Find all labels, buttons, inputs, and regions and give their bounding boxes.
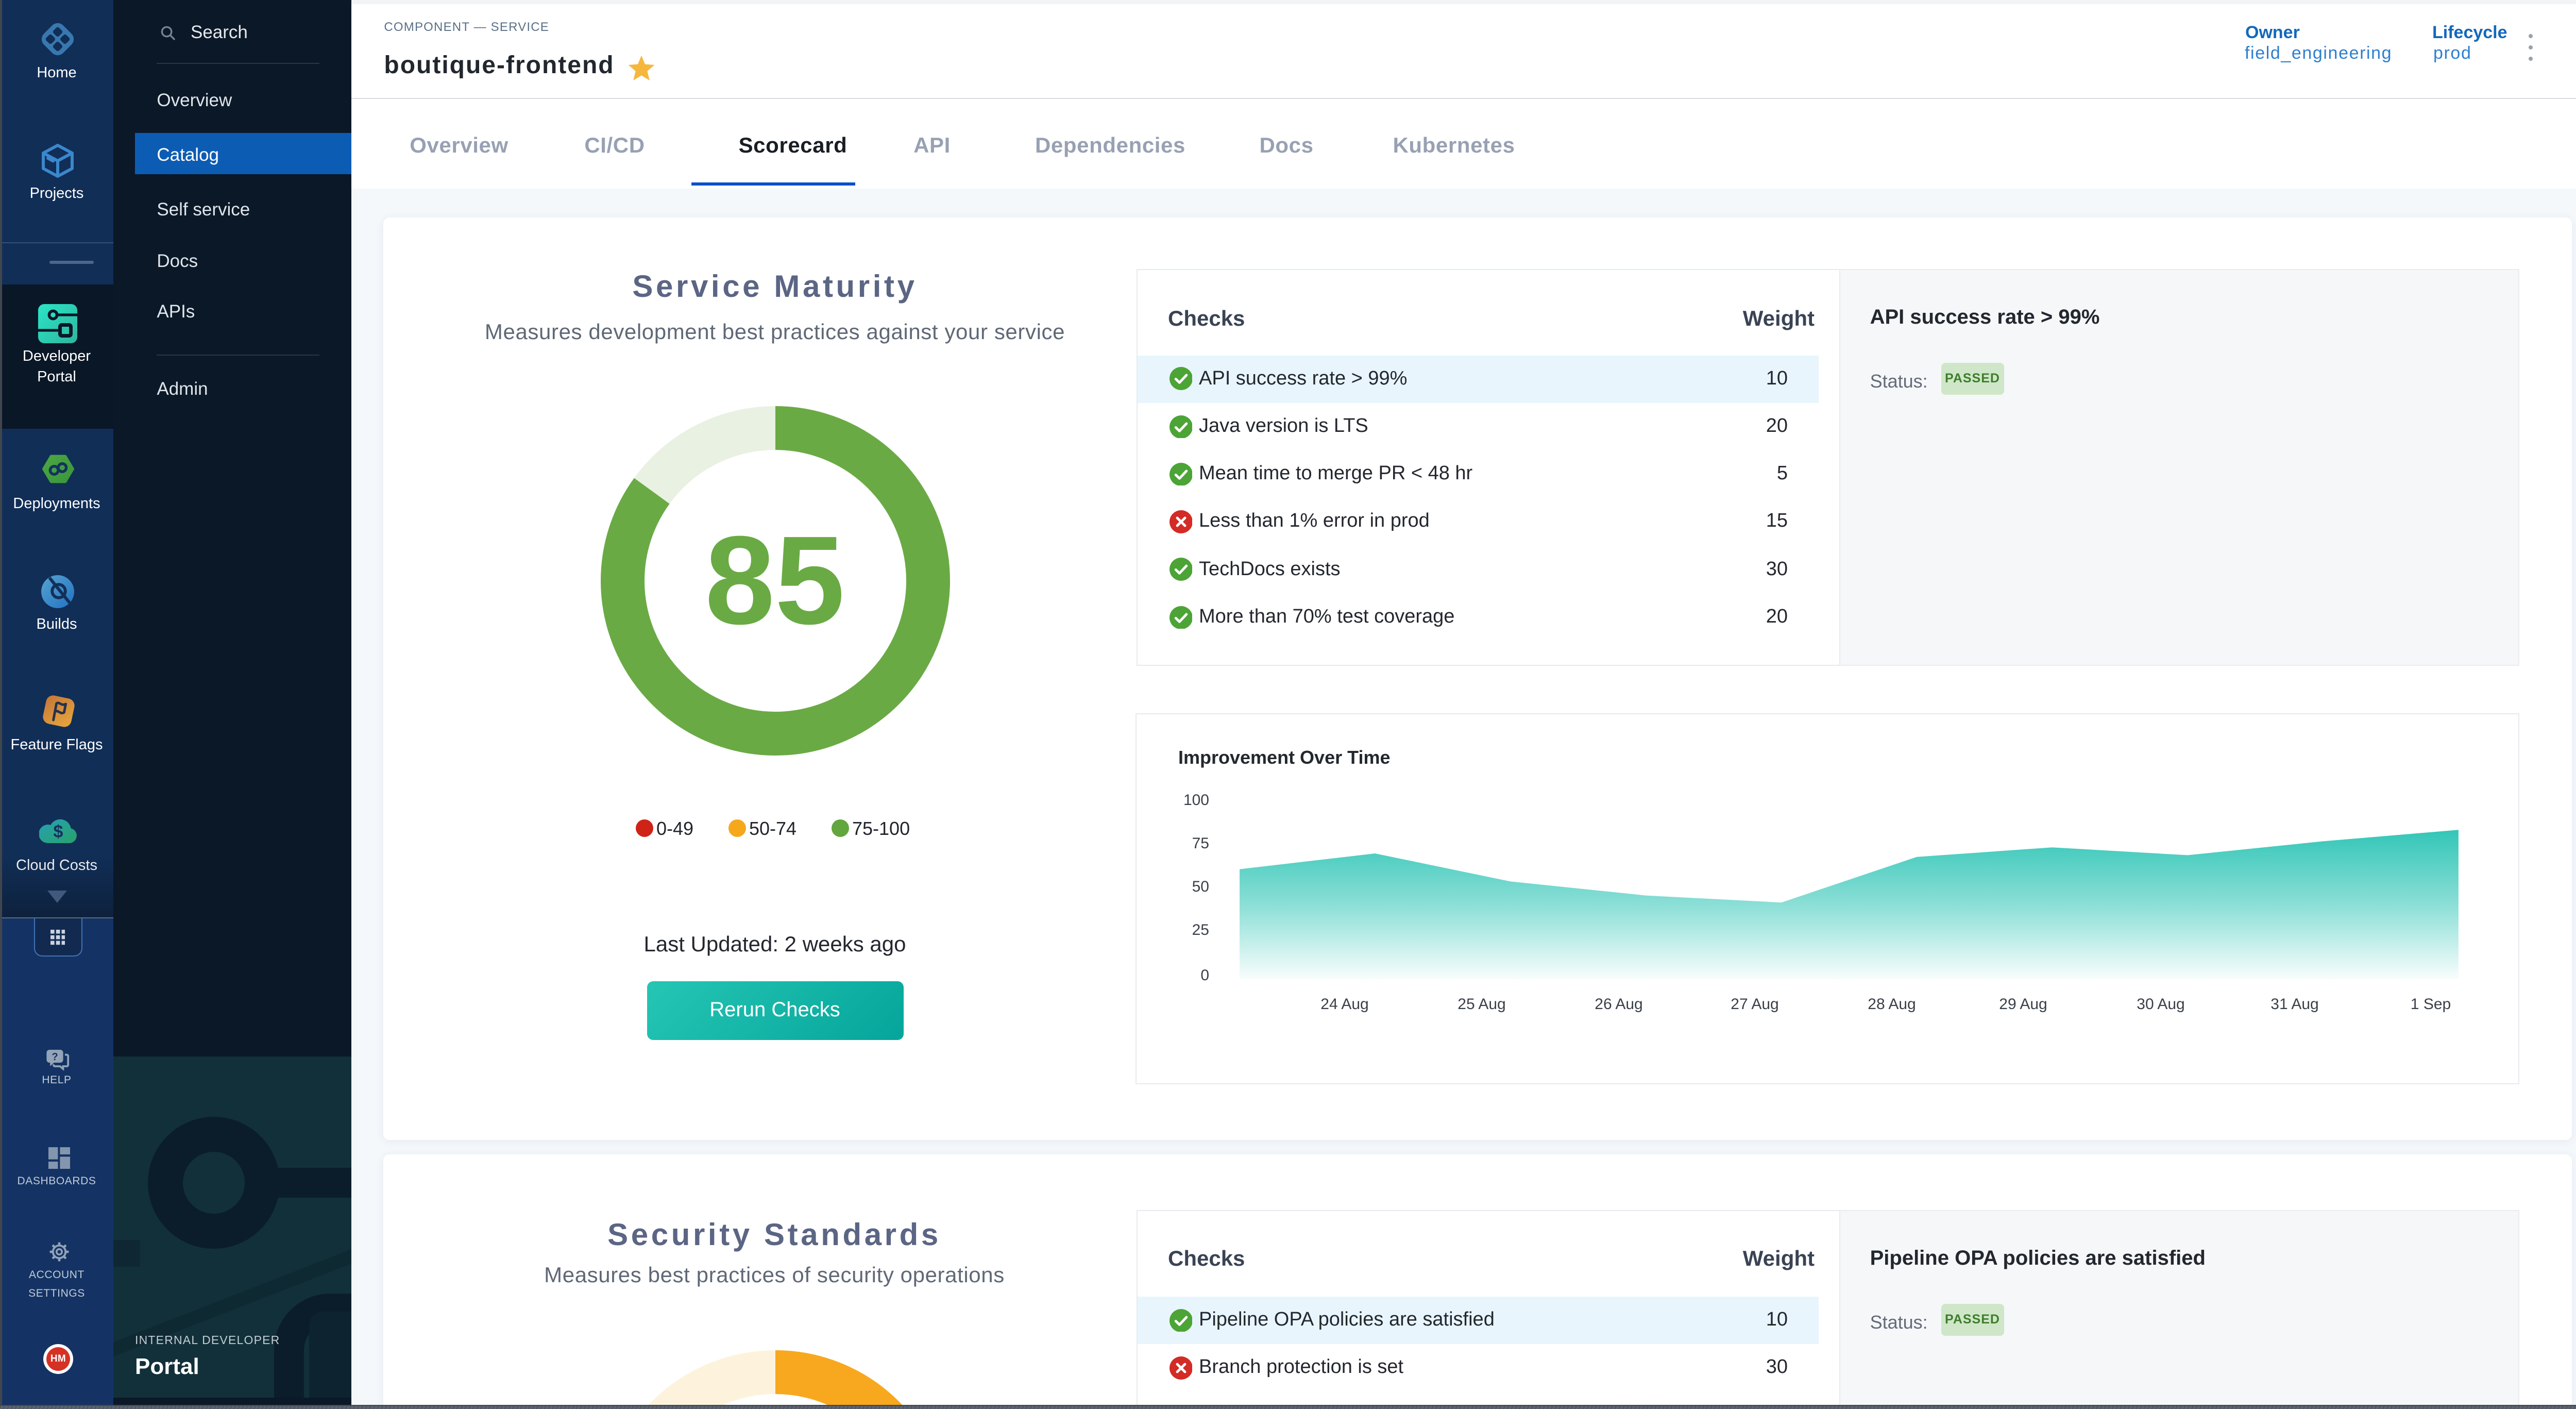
svg-text:$: $ <box>54 822 63 842</box>
svg-text:?: ? <box>52 1051 58 1063</box>
